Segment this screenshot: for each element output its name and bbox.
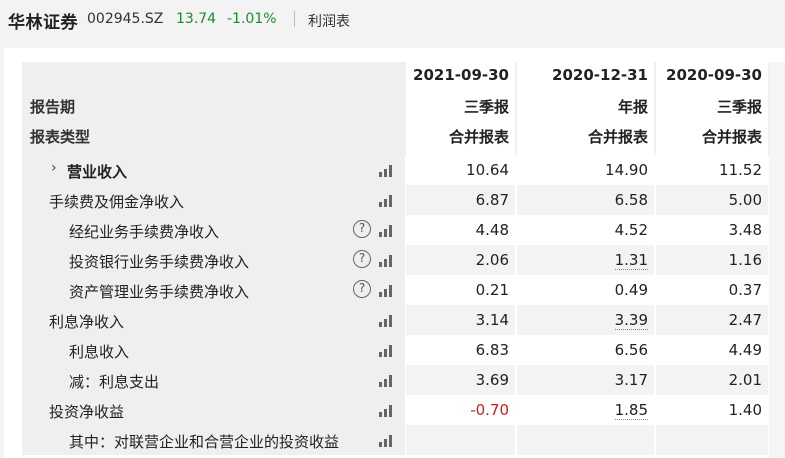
column-date: 2020-09-30 [666,66,762,84]
row-label: 营业收入 [67,163,128,181]
table-cell: 4.49 [656,335,768,365]
table-cell: 14.90 [517,155,654,185]
period-row-label: 报告期 [30,98,76,116]
stock-price: 13.74 [176,11,217,27]
bar-chart-icon[interactable] [379,344,395,357]
table-cell: 6.83 [406,335,515,365]
table-row[interactable]: 其中：对联营企业和合营企业的投资收益 [22,425,785,455]
column-period: 年报 [617,98,648,116]
stock-name: 华林证券 [8,13,78,33]
type-row-label: 报表类型 [30,128,91,146]
bar-chart-icon[interactable] [379,314,395,327]
table-row[interactable]: 投资银行业务手续费净收入 ? 2.06 1.31 1.16 [22,245,785,275]
row-label: 减：利息支出 [69,373,160,391]
column-period: 三季报 [463,98,509,116]
table-cell: 10.64 [406,155,515,185]
table-cell: 0.49 [517,275,654,305]
stock-code: 002945.SZ [87,11,164,27]
table-cell: 2.06 [406,245,515,275]
column-date: 2021-09-30 [413,66,509,84]
row-label: 投资银行业务手续费净收入 [69,253,250,271]
table-right-edge [769,62,785,458]
income-statement-table: 报告期 报表类型 2021-09-30 三季报 合并报表 2020-12-31 … [22,62,785,455]
row-label: 手续费及佣金净收入 [49,193,185,211]
table-cell: 4.48 [406,215,515,245]
column-type: 合并报表 [701,128,762,146]
help-icon[interactable]: ? [353,280,371,298]
header-divider [294,11,295,27]
bar-chart-icon[interactable] [379,254,395,267]
table-cell [517,425,654,455]
table-cell: 1.31 [517,245,654,275]
column-header-3[interactable]: 2020-09-30 三季报 合并报表 [656,62,768,155]
table-cell: 6.87 [406,185,515,215]
stock-header: 华林证券 002945.SZ 13.74 -1.01% 利润表 [0,0,785,40]
table-row-revenue[interactable]: › 营业收入 10.64 14.90 11.52 [22,155,785,185]
bar-chart-icon[interactable] [379,404,395,417]
income-statement-panel: 报告期 报表类型 2021-09-30 三季报 合并报表 2020-12-31 … [4,48,785,458]
table-row[interactable]: 经纪业务手续费净收入 ? 4.48 4.52 3.48 [22,215,785,245]
table-cell: 5.00 [656,185,768,215]
row-label: 其中：对联营企业和合营企业的投资收益 [69,433,340,451]
bar-chart-icon[interactable] [379,434,395,447]
table-row[interactable]: 资产管理业务手续费净收入 ? 0.21 0.49 0.37 [22,275,785,305]
table-cell [406,425,515,455]
expand-chevron-icon[interactable]: › [51,160,57,176]
table-row[interactable]: 手续费及佣金净收入 6.87 6.58 5.00 [22,185,785,215]
table-row[interactable]: 利息收入 6.83 6.56 4.49 [22,335,785,365]
help-icon[interactable]: ? [353,220,371,238]
table-cell: 1.85 [517,395,654,425]
column-period: 三季报 [716,98,762,116]
table-cell: 3.39 [517,305,654,335]
column-type: 合并报表 [587,128,648,146]
table-cell: 3.48 [656,215,768,245]
row-label: 利息收入 [69,343,130,361]
row-label: 利息净收入 [49,313,125,331]
table-cell: 2.01 [656,365,768,395]
report-title: 利润表 [308,14,350,30]
table-cell: 1.16 [656,245,768,275]
help-icon[interactable]: ? [353,250,371,268]
table-cell: 0.21 [406,275,515,305]
row-label: 资产管理业务手续费净收入 [69,283,250,301]
bar-chart-icon[interactable] [379,374,395,387]
table-cell [656,425,768,455]
table-cell: 6.58 [517,185,654,215]
table-header: 报告期 报表类型 2021-09-30 三季报 合并报表 2020-12-31 … [22,62,785,155]
bar-chart-icon[interactable] [379,224,395,237]
table-cell: 0.37 [656,275,768,305]
column-type: 合并报表 [448,128,509,146]
bar-chart-icon[interactable] [379,164,395,177]
bar-chart-icon[interactable] [379,284,395,297]
table-cell: 3.69 [406,365,515,395]
row-label: 经纪业务手续费净收入 [69,223,220,241]
table-cell: 3.14 [406,305,515,335]
table-row[interactable]: 减：利息支出 3.69 3.17 2.01 [22,365,785,395]
column-header-1[interactable]: 2021-09-30 三季报 合并报表 [406,62,515,155]
table-row[interactable]: 利息净收入 3.14 3.39 2.47 [22,305,785,335]
column-date: 2020-12-31 [552,66,648,84]
table-cell: 6.56 [517,335,654,365]
table-cell: 11.52 [656,155,768,185]
table-row[interactable]: 投资净收益 -0.70 1.85 1.40 [22,395,785,425]
row-label: 投资净收益 [49,403,125,421]
column-header-2[interactable]: 2020-12-31 年报 合并报表 [517,62,654,155]
stock-change: -1.01% [227,11,277,27]
table-cell: 2.47 [656,305,768,335]
table-cell: 4.52 [517,215,654,245]
table-cell: 3.17 [517,365,654,395]
bar-chart-icon[interactable] [379,194,395,207]
table-cell: -0.70 [406,395,515,425]
table-cell: 1.40 [656,395,768,425]
